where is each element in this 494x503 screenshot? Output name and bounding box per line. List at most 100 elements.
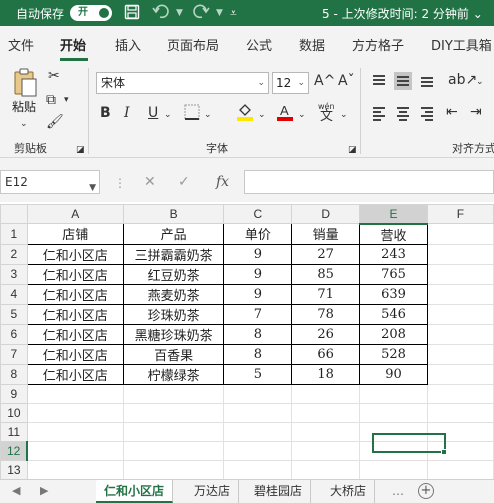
copy-dropdown-icon[interactable]: ▾ xyxy=(64,92,69,108)
table-cell[interactable]: 66 xyxy=(291,343,361,365)
table-cell[interactable]: 仁和小区店 xyxy=(26,243,124,265)
table-cell[interactable]: 78 xyxy=(291,303,361,325)
sheet-next-icon[interactable]: ▶ xyxy=(40,484,48,497)
autosave-toggle[interactable]: 开 xyxy=(70,5,112,21)
table-cell[interactable]: 销量 xyxy=(291,223,361,245)
row-header[interactable]: 2 xyxy=(0,243,28,265)
table-cell[interactable] xyxy=(359,383,428,404)
table-cell[interactable]: 店铺 xyxy=(26,223,124,245)
row-header[interactable]: 8 xyxy=(0,363,28,385)
table-cell[interactable]: 仁和小区店 xyxy=(26,323,124,345)
row-header[interactable]: 12 xyxy=(0,440,29,461)
tab-file[interactable]: 文件 xyxy=(8,35,34,54)
table-cell[interactable] xyxy=(291,459,361,479)
row-header[interactable]: 1 xyxy=(0,223,28,245)
table-cell[interactable]: 红豆奶茶 xyxy=(122,263,225,285)
tab-page-layout[interactable]: 页面布局 xyxy=(167,35,219,54)
table-cell[interactable] xyxy=(26,421,124,442)
fill-handle[interactable] xyxy=(441,449,447,455)
formula-input[interactable] xyxy=(244,170,494,194)
align-top-icon[interactable] xyxy=(370,72,388,90)
underline-dropdown-icon[interactable]: ⌄ xyxy=(164,106,172,124)
table-cell[interactable]: 528 xyxy=(359,343,428,365)
name-box[interactable]: E12 ▼ xyxy=(0,170,100,194)
table-cell[interactable]: 8 xyxy=(223,323,293,345)
table-cell[interactable] xyxy=(291,440,361,461)
table-cell[interactable] xyxy=(26,459,124,479)
sheet-tab-active[interactable]: 仁和小区店 xyxy=(96,480,174,503)
row-header[interactable]: 4 xyxy=(0,283,28,305)
table-cell[interactable]: 仁和小区店 xyxy=(26,303,124,325)
align-left-icon[interactable] xyxy=(370,104,388,122)
table-cell[interactable] xyxy=(122,440,225,461)
table-cell[interactable]: 三拼霸霸奶茶 xyxy=(122,243,225,265)
table-cell[interactable] xyxy=(426,323,494,345)
table-cell[interactable] xyxy=(291,402,361,423)
table-cell[interactable] xyxy=(223,402,293,423)
redo-icon[interactable] xyxy=(192,4,212,22)
more-sheets-icon[interactable]: … xyxy=(392,484,404,498)
table-cell[interactable] xyxy=(426,363,494,385)
table-cell[interactable]: 柠檬绿茶 xyxy=(122,363,225,385)
table-cell[interactable]: 8 xyxy=(223,343,293,365)
column-header[interactable]: D xyxy=(291,204,361,224)
table-cell[interactable]: 546 xyxy=(359,303,428,325)
font-size-select[interactable]: 12 ⌄ xyxy=(272,72,309,94)
select-all-corner[interactable] xyxy=(0,204,28,224)
italic-button[interactable]: I xyxy=(124,104,130,122)
font-launcher-icon[interactable]: ◪ xyxy=(348,142,357,158)
table-cell[interactable] xyxy=(426,383,494,404)
table-cell[interactable]: 639 xyxy=(359,283,428,305)
table-cell[interactable] xyxy=(426,223,494,245)
table-cell[interactable]: 仁和小区店 xyxy=(26,263,124,285)
phonetic-dropdown-icon[interactable]: ⌄ xyxy=(340,106,348,124)
row-header[interactable]: 7 xyxy=(0,343,28,365)
table-cell[interactable]: 765 xyxy=(359,263,428,285)
table-cell[interactable]: 26 xyxy=(291,323,361,345)
column-header[interactable]: F xyxy=(426,204,494,224)
align-middle-icon[interactable] xyxy=(394,72,412,90)
cut-icon[interactable]: ✂ xyxy=(48,68,60,84)
tab-diy-toolbox[interactable]: DIY工具箱 xyxy=(431,35,492,54)
column-header[interactable]: B xyxy=(122,204,225,224)
table-cell[interactable]: 71 xyxy=(291,283,361,305)
row-header[interactable]: 5 xyxy=(0,303,28,325)
tab-formulas[interactable]: 公式 xyxy=(246,35,272,54)
row-header[interactable]: 10 xyxy=(0,402,28,423)
table-cell[interactable] xyxy=(291,421,361,442)
sheet-tab[interactable]: 万达店 xyxy=(186,480,240,503)
increase-indent-icon[interactable]: ⇥ xyxy=(470,104,482,120)
table-cell[interactable] xyxy=(122,459,225,479)
table-cell[interactable]: 9 xyxy=(223,243,293,265)
table-cell[interactable] xyxy=(26,402,124,423)
table-cell[interactable]: 仁和小区店 xyxy=(26,283,124,305)
table-cell[interactable]: 85 xyxy=(291,263,361,285)
table-cell[interactable] xyxy=(426,343,494,365)
font-name-select[interactable]: 宋体 ⌄ xyxy=(96,72,269,94)
table-cell[interactable]: 9 xyxy=(223,263,293,285)
table-cell[interactable] xyxy=(122,383,225,404)
table-cell[interactable]: 仁和小区店 xyxy=(26,343,124,365)
paste-label[interactable]: 粘贴 xyxy=(12,98,36,115)
table-cell[interactable] xyxy=(426,303,494,325)
undo-icon[interactable] xyxy=(152,4,172,22)
sheet-prev-icon[interactable]: ◀ xyxy=(12,484,20,497)
table-cell[interactable]: 27 xyxy=(291,243,361,265)
borders-dropdown-icon[interactable]: ⌄ xyxy=(204,106,212,124)
table-cell[interactable]: 单价 xyxy=(223,223,293,245)
row-header[interactable]: 9 xyxy=(0,383,28,404)
table-cell[interactable] xyxy=(426,243,494,265)
table-cell[interactable] xyxy=(26,440,124,461)
table-cell[interactable] xyxy=(122,421,225,442)
redo-dropdown-icon[interactable]: ▼ xyxy=(216,4,223,22)
increase-font-size-button[interactable]: A^ xyxy=(314,72,335,90)
row-header[interactable]: 11 xyxy=(0,421,28,442)
table-cell[interactable]: 营收 xyxy=(359,223,428,245)
table-cell[interactable] xyxy=(426,459,494,479)
table-cell[interactable]: 90 xyxy=(359,363,428,385)
phonetic-guide-button[interactable]: 文 xyxy=(320,108,333,126)
cancel-icon[interactable]: ✕ xyxy=(144,174,156,190)
align-center-icon[interactable] xyxy=(394,104,412,122)
table-cell[interactable] xyxy=(223,421,293,442)
tab-insert[interactable]: 插入 xyxy=(115,35,141,54)
